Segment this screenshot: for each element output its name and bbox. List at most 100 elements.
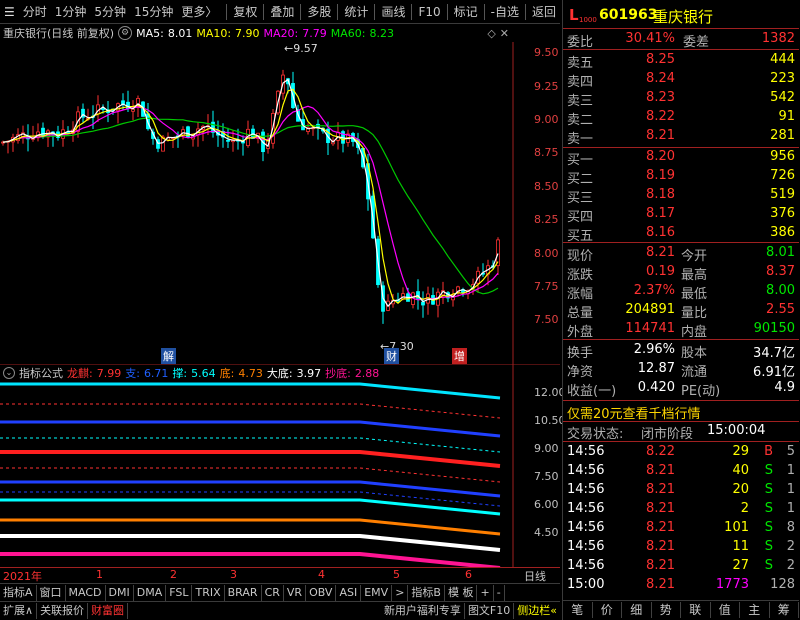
quote-tab[interactable]: 价 xyxy=(593,602,622,618)
bid-level-label: 买四 xyxy=(567,210,594,225)
tab-5min[interactable]: 5分钟 xyxy=(90,2,130,22)
tab-timeshare[interactable]: 分时 xyxy=(19,2,51,22)
tick-volume: 27 xyxy=(732,558,749,573)
bid-price: 8.20 xyxy=(646,149,675,164)
fundamental-label: PE(动) xyxy=(681,384,721,399)
menu-icon[interactable]: ☰ xyxy=(0,2,19,22)
tab-fsl[interactable]: FSL xyxy=(166,584,193,601)
related-quotes-button[interactable]: 关联报价 xyxy=(37,603,89,619)
remove-watchlist-button[interactable]: -自选 xyxy=(487,2,523,22)
ask-volume: 223 xyxy=(770,71,795,86)
price-tick: 8.00 xyxy=(534,247,559,260)
f10-graphic-button[interactable]: 图文F10 xyxy=(465,603,515,619)
price-tick: 9.00 xyxy=(534,113,559,126)
quote-tab[interactable]: 势 xyxy=(652,602,681,618)
tab-trix[interactable]: TRIX xyxy=(192,584,225,601)
price-tick: 8.50 xyxy=(534,180,559,193)
fundamental-value: 4.9 xyxy=(774,380,795,395)
share-increase-marker[interactable]: 增 xyxy=(452,348,467,364)
ask-row: 卖一 8.21 281 xyxy=(563,127,799,147)
year-label: 2021年 xyxy=(3,570,42,583)
ma10-value: 7.90 xyxy=(235,26,260,40)
chart-stock-title: 重庆银行(日线 前复权) xyxy=(3,27,115,40)
level2-promo-link[interactable]: 仅需20元查看千档行情 xyxy=(567,403,701,422)
quote-tab[interactable]: 筹 xyxy=(770,602,799,618)
stat-label: 最高 xyxy=(681,268,708,283)
ma20-label: MA20: xyxy=(263,26,299,40)
tick-time: 14:56 xyxy=(567,501,605,516)
month-label: 6 xyxy=(465,568,472,581)
indicator-chart[interactable] xyxy=(0,364,560,568)
expand-button[interactable]: 扩展∧ xyxy=(0,603,38,619)
tab-indicator-a[interactable]: 指标A xyxy=(0,584,37,601)
quote-tab[interactable]: 主 xyxy=(740,602,770,618)
settings-icon[interactable]: ⚙ xyxy=(118,26,133,40)
ask-row: 卖二 8.22 91 xyxy=(563,108,799,128)
tick-side: B xyxy=(764,444,773,459)
quote-tab[interactable]: 联 xyxy=(681,602,711,618)
tab-15min[interactable]: 15分钟 xyxy=(130,2,177,22)
bid-price: 8.16 xyxy=(646,225,675,240)
tabs-next-button[interactable]: > xyxy=(392,584,409,601)
tab-brar[interactable]: BRAR xyxy=(225,584,262,601)
mark-button[interactable]: 标记 xyxy=(450,2,482,22)
tab-window[interactable]: 窗口 xyxy=(37,584,66,601)
stat-label: 内盘 xyxy=(681,325,708,340)
more-periods-button[interactable]: 更多〉 xyxy=(177,2,221,22)
ask-volume: 444 xyxy=(770,52,795,67)
level2-promo-row[interactable]: 仅需20元查看千档行情 xyxy=(563,402,799,422)
indicator-tick: 6.00 xyxy=(534,498,559,511)
weicha-value: 1382 xyxy=(761,31,795,46)
f10-button[interactable]: F10 xyxy=(414,2,444,22)
close-icon[interactable]: ✕ xyxy=(500,27,513,40)
period-label[interactable]: 日线 xyxy=(524,568,546,584)
unlock-marker[interactable]: 解 xyxy=(161,348,176,364)
stat-label: 量比 xyxy=(681,306,708,321)
stat-value: 8.00 xyxy=(766,283,795,298)
restore-rights-button[interactable]: 复权 xyxy=(229,2,261,22)
tab-dmi[interactable]: DMI xyxy=(106,584,134,601)
add-window-button[interactable]: + xyxy=(477,584,494,601)
wealth-circle-button[interactable]: 财富圈 xyxy=(88,603,129,619)
tab-1min[interactable]: 1分钟 xyxy=(51,2,91,22)
ask-price: 8.23 xyxy=(646,90,675,105)
ask-level-label: 卖三 xyxy=(567,94,594,109)
remove-window-button[interactable]: - xyxy=(494,584,505,601)
indicator-tabbar: 指标A 窗口 MACD DMI DMA FSL TRIX BRAR CR VR … xyxy=(0,583,560,601)
tab-indicator-b[interactable]: 指标B xyxy=(408,584,445,601)
high-price-label: 9.57 xyxy=(293,42,318,55)
tab-cr[interactable]: CR xyxy=(262,584,284,601)
tab-asi[interactable]: ASI xyxy=(336,584,362,601)
bid-row: 买一 8.20 956 xyxy=(563,148,799,168)
tab-emv[interactable]: EMV xyxy=(361,584,393,601)
draw-line-button[interactable]: 画线 xyxy=(377,2,409,22)
back-button[interactable]: 返回 xyxy=(528,2,560,22)
diamond-icon[interactable]: ◇ xyxy=(487,27,495,40)
tab-obv[interactable]: OBV xyxy=(306,584,337,601)
statistics-button[interactable]: 统计 xyxy=(340,2,372,22)
tick-price: 8.21 xyxy=(646,558,675,573)
trading-status-row: 交易状态: 闭市阶段 15:00:04 xyxy=(563,422,799,442)
fundamental-label: 收益(一) xyxy=(567,384,617,399)
quote-bottom-tabs: 笔价细势联值主筹 xyxy=(563,600,799,619)
indicator-tick: 9.00 xyxy=(534,442,559,455)
bid-volume: 386 xyxy=(770,225,795,240)
candlestick-chart[interactable] xyxy=(0,42,560,364)
tick-row: 15:00 8.21 1773 128 xyxy=(563,576,799,595)
tab-template[interactable]: 模 板 xyxy=(445,584,478,601)
sidebar-toggle-button[interactable]: 侧边栏« xyxy=(514,603,560,619)
financial-report-marker[interactable]: 财 xyxy=(384,348,399,364)
stat-row: 总量 204891 量比 2.55 xyxy=(563,301,799,321)
stat-value: 8.01 xyxy=(766,245,795,260)
quote-tab[interactable]: 笔 xyxy=(563,602,593,618)
ma60-line xyxy=(2,117,499,295)
quote-tab[interactable]: 值 xyxy=(711,602,740,618)
quote-tab[interactable]: 细 xyxy=(622,602,652,618)
multi-stock-button[interactable]: 多股 xyxy=(303,2,335,22)
tab-vr[interactable]: VR xyxy=(284,584,307,601)
overlay-button[interactable]: 叠加 xyxy=(266,2,298,22)
new-user-promo-link[interactable]: 新用户福利专享 xyxy=(381,603,465,619)
stat-value: 8.37 xyxy=(766,264,795,279)
tab-dma[interactable]: DMA xyxy=(134,584,167,601)
tab-macd[interactable]: MACD xyxy=(66,584,106,601)
